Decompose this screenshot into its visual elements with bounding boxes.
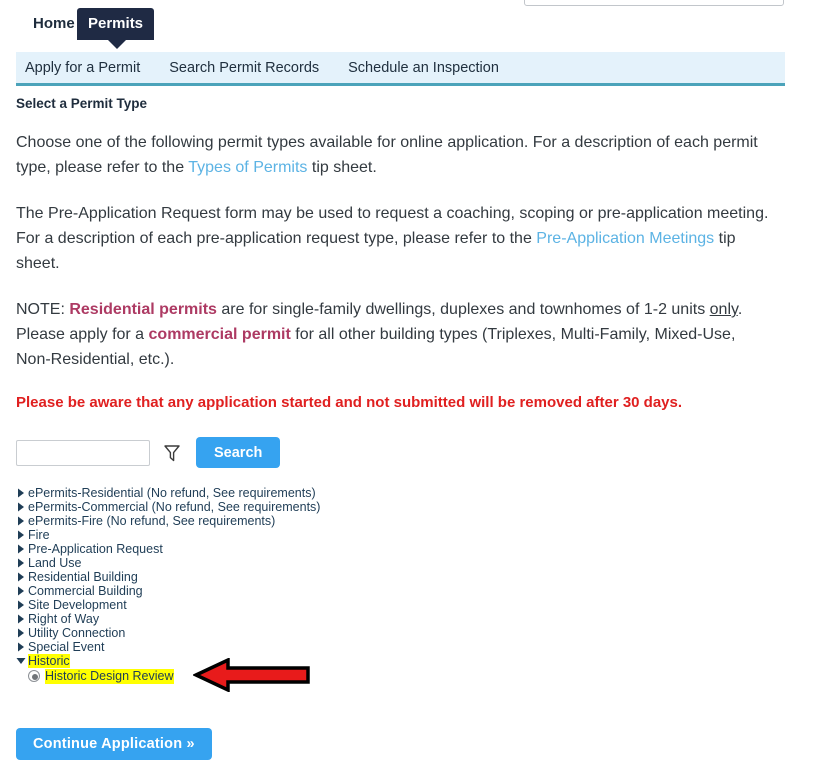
- chevron-right-icon[interactable]: [14, 530, 28, 540]
- tree-item-label: Special Event: [28, 640, 105, 654]
- tree-item-special-event[interactable]: Special Event: [14, 640, 320, 654]
- intro-text-part2: tip sheet.: [307, 159, 377, 176]
- tree-item-commercial-building[interactable]: Commercial Building: [14, 584, 320, 598]
- intro-paragraph: Choose one of the following permit types…: [16, 130, 772, 180]
- tree-item-land-use[interactable]: Land Use: [14, 556, 320, 570]
- chevron-right-icon[interactable]: [14, 642, 28, 652]
- chevron-right-icon[interactable]: [14, 502, 28, 512]
- main-content: Select a Permit Type Choose one of the f…: [16, 96, 806, 413]
- tab-permits[interactable]: Permits: [77, 8, 155, 49]
- chevron-right-icon[interactable]: [14, 572, 28, 582]
- chevron-right-icon[interactable]: [14, 488, 28, 498]
- tree-item-epermits-residential[interactable]: ePermits-Residential (No refund, See req…: [14, 486, 320, 500]
- subnav-item-apply-for-a-permit[interactable]: Apply for a Permit: [25, 51, 140, 85]
- permit-type-tree: ePermits-Residential (No refund, See req…: [14, 486, 320, 684]
- commercial-permit-highlight: commercial permit: [148, 326, 291, 343]
- chevron-right-icon[interactable]: [14, 558, 28, 568]
- tree-item-utility-connection[interactable]: Utility Connection: [14, 626, 320, 640]
- chevron-right-icon[interactable]: [14, 628, 28, 638]
- pre-application-meetings-link[interactable]: Pre-Application Meetings: [536, 230, 714, 247]
- permit-search-row: Search: [16, 437, 281, 468]
- tree-item-residential-building[interactable]: Residential Building: [14, 570, 320, 584]
- note-prefix: NOTE:: [16, 301, 70, 318]
- note-text-part2: are for single-family dwellings, duplexe…: [216, 301, 710, 318]
- residential-permits-highlight: Residential permits: [69, 301, 217, 318]
- note-paragraph: NOTE: Residential permits are for single…: [16, 297, 772, 372]
- chevron-right-icon[interactable]: [14, 516, 28, 526]
- subnav-item-schedule-an-inspection[interactable]: Schedule an Inspection: [348, 51, 499, 85]
- tree-item-label: Fire: [28, 528, 50, 542]
- types-of-permits-link[interactable]: Types of Permits: [188, 159, 307, 176]
- tree-item-label: Residential Building: [28, 570, 138, 584]
- tree-item-label: ePermits-Residential (No refund, See req…: [28, 486, 316, 500]
- subnav-item-search-permit-records[interactable]: Search Permit Records: [169, 51, 319, 85]
- intro-text-part1: Choose one of the following permit types…: [16, 134, 758, 176]
- chevron-right-icon[interactable]: [14, 600, 28, 610]
- continue-application-button[interactable]: Continue Application »: [16, 728, 212, 760]
- chevron-right-icon[interactable]: [14, 586, 28, 596]
- tree-child-historic-design-review[interactable]: Historic Design Review: [28, 668, 320, 684]
- tree-item-site-development[interactable]: Site Development: [14, 598, 320, 612]
- tree-item-label: ePermits-Commercial (No refund, See requ…: [28, 500, 321, 514]
- search-button[interactable]: Search: [196, 437, 281, 468]
- note-only-emphasis: only: [709, 301, 738, 318]
- tree-item-epermits-fire[interactable]: ePermits-Fire (No refund, See requiremen…: [14, 514, 320, 528]
- chevron-right-icon[interactable]: [14, 614, 28, 624]
- primary-tab-bar: Home Permits: [0, 0, 840, 49]
- tree-item-label: Site Development: [28, 598, 127, 612]
- tree-item-label: ePermits-Fire (No refund, See requiremen…: [28, 514, 276, 528]
- tree-child-label: Historic Design Review: [45, 668, 174, 684]
- tree-item-fire[interactable]: Fire: [14, 528, 320, 542]
- tree-item-historic[interactable]: Historic: [14, 654, 320, 668]
- removal-warning-text: Please be aware that any application sta…: [16, 394, 683, 411]
- tree-item-label: Land Use: [28, 556, 82, 570]
- tree-item-label: Commercial Building: [28, 584, 143, 598]
- tree-item-label: Right of Way: [28, 612, 100, 626]
- search-input[interactable]: [16, 439, 150, 466]
- tree-item-label: Historic: [28, 654, 70, 668]
- chevron-right-icon[interactable]: [14, 544, 28, 554]
- permit-application-page: Home Permits Apply for a Permit Search P…: [0, 0, 840, 776]
- tree-item-label: Pre-Application Request: [28, 542, 163, 556]
- funnel-icon[interactable]: [164, 444, 180, 462]
- radio-button-selected[interactable]: [28, 670, 40, 682]
- tree-item-pre-application-request[interactable]: Pre-Application Request: [14, 542, 320, 556]
- tree-item-right-of-way[interactable]: Right of Way: [14, 612, 320, 626]
- pre-application-paragraph: The Pre-Application Request form may be …: [16, 201, 772, 276]
- tree-item-epermits-commercial[interactable]: ePermits-Commercial (No refund, See requ…: [14, 500, 320, 514]
- chevron-down-icon[interactable]: [14, 657, 28, 665]
- tree-item-label: Utility Connection: [28, 626, 126, 640]
- page-title: Select a Permit Type: [16, 96, 148, 111]
- secondary-nav-bar: Apply for a Permit Search Permit Records…: [16, 52, 785, 86]
